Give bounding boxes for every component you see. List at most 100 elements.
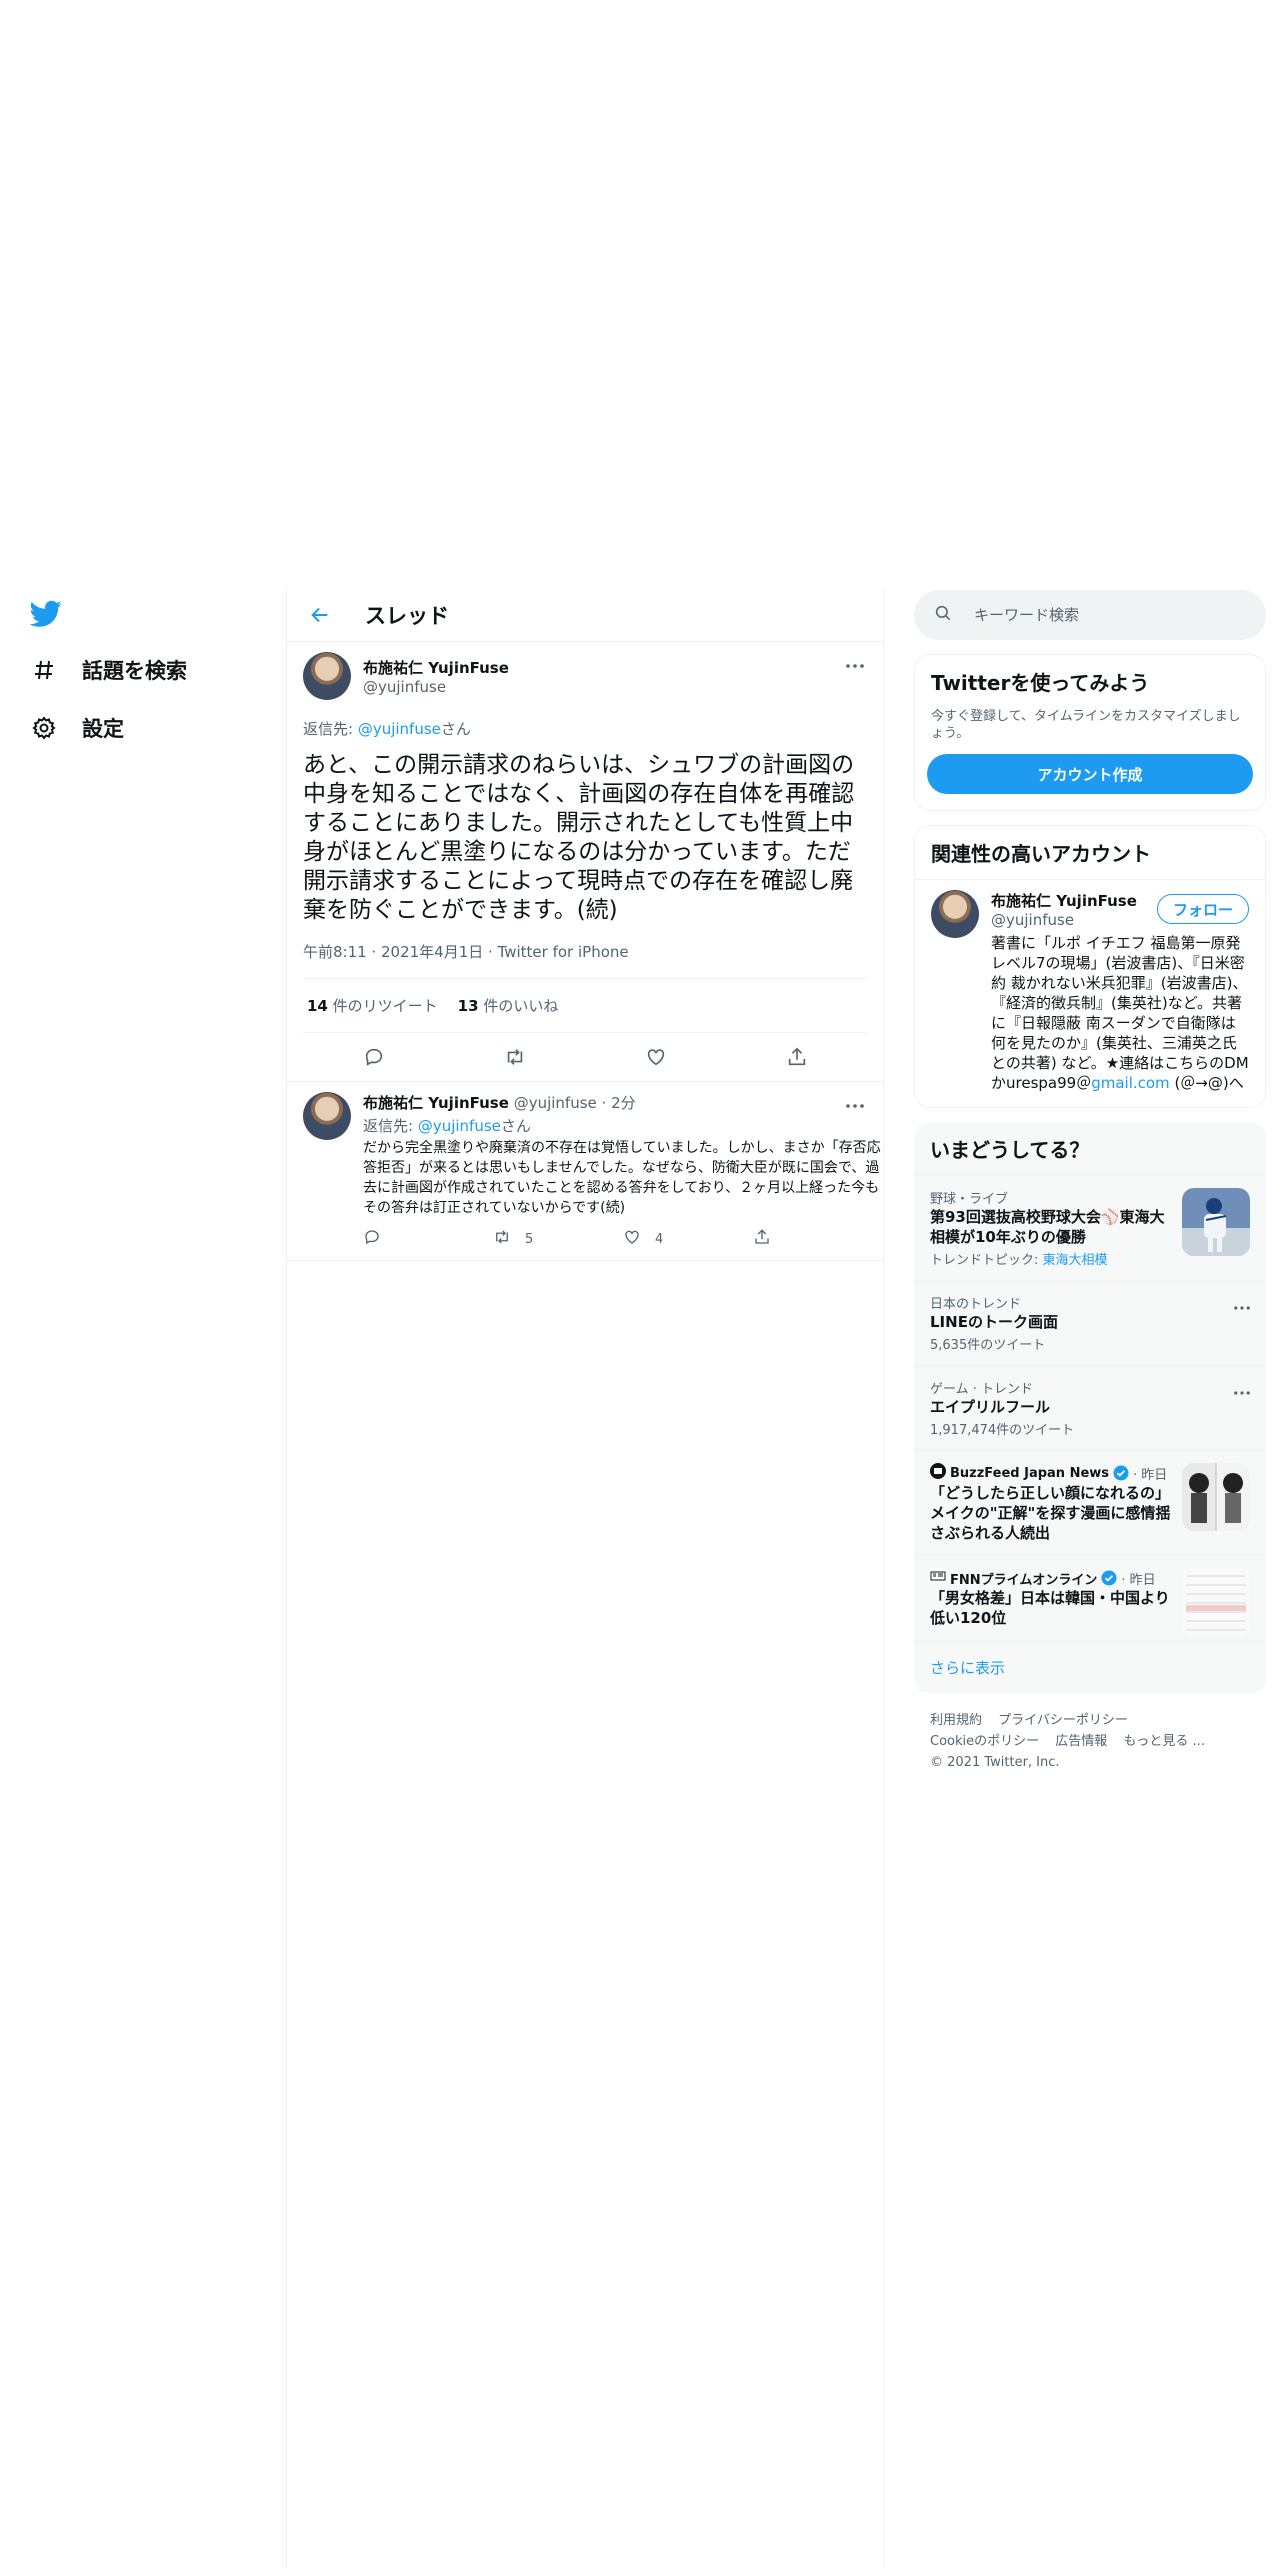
bio-email-link[interactable]: gmail.com <box>1091 1074 1169 1092</box>
verified-badge-icon <box>1101 1570 1117 1586</box>
signup-description: 今すぐ登録して、タイムラインをカスタマイズしましょう。 <box>931 709 1241 741</box>
more-options-icon[interactable] <box>1234 1380 1250 1399</box>
copyright: © 2021 Twitter, Inc. <box>930 1755 1060 1770</box>
related-bio: 著書に「ルポ イチエフ 福島第一原発レベル7の現場」(岩波書店)、『日米密約 裁… <box>991 933 1249 1093</box>
verified-badge-icon <box>1113 1465 1129 1481</box>
avatar[interactable] <box>303 652 351 700</box>
source-logo-icon <box>930 1568 946 1588</box>
reply-meta[interactable]: @yujinfuse · 2分 <box>514 1094 636 1112</box>
trends-title: いまどうしてる？ <box>914 1122 1266 1176</box>
replying-prefix: 返信先: <box>303 720 358 738</box>
tweet-author[interactable]: 布施祐仁 YujinFuse @yujinfuse <box>303 652 867 700</box>
trend-thumbnail-image <box>1182 1188 1250 1256</box>
source-logo-icon <box>930 1463 946 1483</box>
trend-category: 野球・ライブ <box>930 1192 1009 1207</box>
back-arrow-icon[interactable] <box>305 600 335 630</box>
reply-icon <box>363 1228 381 1250</box>
replying-to: 返信先: @yujinfuseさん <box>363 1115 883 1136</box>
reply-tweet[interactable]: 布施祐仁 YujinFuse @yujinfuse · 2分 返信先: @yuj… <box>287 1082 883 1261</box>
avatar[interactable] <box>303 1092 351 1140</box>
trend-name: LINEのトーク画面 <box>930 1313 1058 1331</box>
related-accounts-card: 関連性の高いアカウント 布施祐仁 YujinFuse @yujinfuse 著書… <box>914 825 1266 1108</box>
footer: 利用規約 プライバシーポリシー Cookieのポリシー 広告情報 もっと見る .… <box>914 1694 1266 1789</box>
thread-header: スレッド <box>287 588 883 642</box>
like-icon[interactable] <box>644 1045 668 1069</box>
reply-text: だから完全黒塗りや廃棄済の不存在は覚悟していました。しかし、まさか「存否応答拒否… <box>363 1140 881 1216</box>
trend-topic: トレンドトピック: 東海大相模 <box>930 1249 1172 1268</box>
trend-item[interactable]: 野球・ライブ 第93回選抜高校野球大会⚾東海大相模が10年ぶりの優勝 トレンドト… <box>914 1176 1266 1281</box>
show-more-link[interactable]: さらに表示 <box>914 1641 1266 1694</box>
signup-card: Twitterを使ってみよう 今すぐ登録して、タイムラインをカスタマイズしましょ… <box>914 654 1266 811</box>
retweet-icon[interactable] <box>503 1045 527 1069</box>
footer-link-privacy[interactable]: プライバシーポリシー <box>998 1713 1128 1728</box>
nav-explore[interactable]: 話題を検索 <box>30 650 187 690</box>
like-count: 4 <box>655 1231 664 1247</box>
reply-button[interactable] <box>363 1228 493 1250</box>
replying-suffix: さん <box>440 720 471 738</box>
signup-title: Twitterを使ってみよう <box>931 671 1150 695</box>
trend-name: エイプリルフール <box>930 1398 1051 1416</box>
retweet-count-value: 14 <box>307 997 328 1015</box>
footer-link-ads[interactable]: 広告情報 <box>1055 1734 1107 1749</box>
retweet-button[interactable]: 5 <box>493 1228 623 1250</box>
news-thumbnail-image <box>1182 1463 1250 1531</box>
left-navigation: 話題を検索 設定 <box>0 0 286 2568</box>
share-icon[interactable] <box>785 1045 809 1069</box>
news-source: BuzzFeed Japan News · 昨日 <box>930 1463 1172 1483</box>
bio-text: 著書に「ルポ イチエフ 福島第一原発レベル7の現場」(岩波書店)、『日米密約 裁… <box>991 934 1249 1092</box>
trend-count: 1,917,474件のツイート <box>930 1423 1075 1438</box>
trend-topic-link[interactable]: 東海大相模 <box>1043 1253 1108 1268</box>
footer-link-terms[interactable]: 利用規約 <box>930 1713 982 1728</box>
hashtag-icon <box>30 656 58 684</box>
replying-prefix: 返信先: <box>363 1117 418 1135</box>
gear-icon <box>30 714 58 742</box>
search-input[interactable] <box>974 606 1224 624</box>
retweet-count-label: 件のリツイート <box>332 997 438 1015</box>
related-title: 関連性の高いアカウント <box>931 842 1151 866</box>
news-source: FNNプライムオンライン · 昨日 <box>930 1568 1172 1588</box>
like-count-label: 件のいいね <box>483 997 559 1015</box>
search-bar[interactable] <box>914 590 1266 640</box>
share-icon <box>753 1228 771 1250</box>
tweet-meta[interactable]: 午前8:11 · 2021年4月1日 · Twitter for iPhone <box>303 941 867 979</box>
reply-header: 布施祐仁 YujinFuse @yujinfuse · 2分 <box>363 1092 883 1113</box>
trend-category: ゲーム · トレンド <box>930 1382 1034 1397</box>
related-account[interactable]: 布施祐仁 YujinFuse @yujinfuse 著書に「ルポ イチエフ 福島… <box>915 879 1265 1107</box>
nav-settings[interactable]: 設定 <box>30 708 124 748</box>
create-account-button[interactable]: アカウント作成 <box>927 754 1253 794</box>
footer-link-more[interactable]: もっと見る ... <box>1123 1734 1205 1749</box>
footer-link-cookies[interactable]: Cookieのポリシー <box>930 1734 1039 1749</box>
thread-column: スレッド 布施祐仁 YujinFuse @yujinfuse 返信先: @yuj… <box>286 588 884 2568</box>
more-options-icon[interactable] <box>843 1096 867 1116</box>
like-count-value: 13 <box>457 997 479 1015</box>
avatar[interactable] <box>931 890 979 938</box>
bio-text-end: (＠→@)へ <box>1169 1074 1244 1092</box>
display-name[interactable]: 布施祐仁 YujinFuse <box>363 657 509 678</box>
replying-handle-link[interactable]: @yujinfuse <box>358 720 441 738</box>
replying-to: 返信先: @yujinfuseさん <box>303 718 867 739</box>
trend-item[interactable]: FNNプライムオンライン · 昨日 「男女格差」日本は韓国・中国より低い120位 <box>914 1556 1266 1641</box>
more-options-icon[interactable] <box>1234 1295 1250 1314</box>
tweet-text: あと、この開示請求のねらいは、シュワブの計画図の中身を知ることではなく、計画図の… <box>303 752 855 923</box>
trend-count: 5,635件のツイート <box>930 1338 1046 1353</box>
trend-item[interactable]: 日本のトレンド LINEのトーク画面 5,635件のツイート <box>914 1281 1266 1366</box>
twitter-logo-icon[interactable] <box>29 600 62 628</box>
username[interactable]: @yujinfuse <box>363 678 509 696</box>
nav-explore-label: 話題を検索 <box>82 659 187 683</box>
retweet-count[interactable]: 14 件のリツイート <box>307 995 438 1016</box>
like-count[interactable]: 13 件のいいね <box>458 995 559 1016</box>
news-headline: 「どうしたら正しい顔になれるの」メイクの"正解"を探す漫画に感情揺さぶられる人続… <box>930 1484 1171 1542</box>
reply-icon[interactable] <box>362 1045 386 1069</box>
trend-item[interactable]: BuzzFeed Japan News · 昨日 「どうしたら正しい顔になれるの… <box>914 1451 1266 1556</box>
replying-handle-link[interactable]: @yujinfuse <box>418 1117 501 1135</box>
share-button[interactable] <box>753 1228 883 1250</box>
main-tweet: 布施祐仁 YujinFuse @yujinfuse 返信先: @yujinfus… <box>287 642 883 1082</box>
retweet-icon <box>493 1228 511 1250</box>
nav-settings-label: 設定 <box>82 717 124 741</box>
trend-item[interactable]: ゲーム · トレンド エイプリルフール 1,917,474件のツイート <box>914 1366 1266 1451</box>
news-thumbnail-image <box>1182 1568 1250 1636</box>
reply-display-name[interactable]: 布施祐仁 YujinFuse <box>363 1094 509 1112</box>
like-button[interactable]: 4 <box>623 1228 753 1250</box>
more-options-icon[interactable] <box>843 656 867 676</box>
follow-button[interactable]: フォロー <box>1157 894 1249 924</box>
